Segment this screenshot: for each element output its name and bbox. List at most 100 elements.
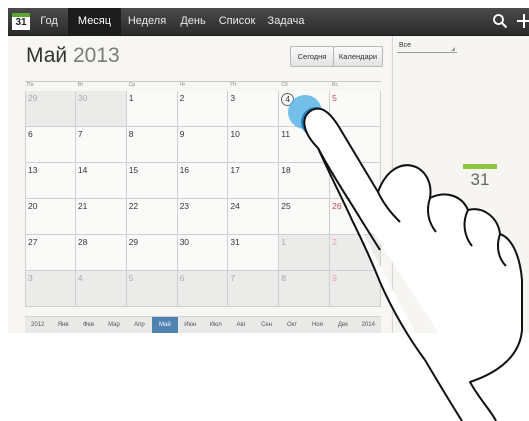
- day-number: 1: [281, 237, 287, 247]
- month-strip-item[interactable]: Июн: [178, 317, 203, 333]
- day-cell[interactable]: 22: [126, 199, 178, 235]
- day-cell[interactable]: 30: [177, 235, 229, 271]
- day-cell[interactable]: 5: [330, 91, 381, 127]
- day-cell[interactable]: 24: [228, 199, 280, 235]
- dropdown-caret-icon: [451, 47, 455, 51]
- day-cell[interactable]: 31: [228, 235, 280, 271]
- today-button[interactable]: Сегодня: [290, 46, 334, 67]
- day-cell[interactable]: 2: [330, 235, 381, 271]
- month-strip-item[interactable]: Ноя: [305, 317, 330, 333]
- tab-6[interactable]: Задача: [261, 8, 311, 35]
- search-icon[interactable]: [492, 13, 508, 29]
- calendars-button[interactable]: Календари: [333, 46, 383, 67]
- tab-4[interactable]: День: [173, 8, 213, 35]
- day-cell[interactable]: 25: [279, 199, 331, 235]
- day-cell[interactable]: 28: [75, 235, 127, 271]
- day-cell[interactable]: 14: [75, 163, 127, 199]
- calendar-icon-header: [463, 164, 497, 169]
- day-cell[interactable]: 15: [126, 163, 178, 199]
- event-list-panel: Все 31: [392, 36, 529, 333]
- day-cell[interactable]: 21: [75, 199, 127, 235]
- day-cell[interactable]: 20: [25, 199, 76, 235]
- day-cell[interactable]: 16: [177, 163, 229, 199]
- tab-1[interactable]: Год: [34, 8, 64, 35]
- day-number: 2: [332, 237, 337, 247]
- day-number: 11: [281, 129, 291, 139]
- day-number: 6: [28, 129, 33, 139]
- day-cell[interactable]: 11: [279, 127, 331, 163]
- day-number: 16: [179, 165, 190, 175]
- day-cell[interactable]: 5: [126, 271, 178, 307]
- month-strip-item[interactable]: Май: [152, 317, 178, 333]
- day-cell[interactable]: 8: [279, 271, 331, 307]
- month-strip-item[interactable]: 2014: [356, 317, 381, 333]
- filter-dropdown[interactable]: Все: [397, 39, 457, 53]
- day-cell[interactable]: 9: [330, 271, 381, 307]
- tablet-screen: 31 Год Месяц Неделя День Список Задача Май 20…: [8, 8, 529, 333]
- day-cell[interactable]: 3: [25, 271, 76, 307]
- day-number: 3: [230, 93, 236, 103]
- day-cell[interactable]: 17: [228, 163, 280, 199]
- day-cell[interactable]: 6: [177, 271, 229, 307]
- month-strip-item[interactable]: 2012: [25, 317, 50, 333]
- day-number: 23: [179, 201, 190, 211]
- day-cell[interactable]: 4: [75, 271, 127, 307]
- day-number: 17: [230, 165, 240, 175]
- day-cell[interactable]: 3: [228, 91, 280, 127]
- tab-3[interactable]: Неделя: [121, 8, 173, 35]
- day-cell[interactable]: 10: [228, 127, 280, 163]
- plus-icon[interactable]: [516, 12, 529, 30]
- day-cell[interactable]: 13: [25, 163, 76, 199]
- calendar-icon-day: 31: [470, 170, 490, 189]
- weekday-label: Вт: [77, 82, 84, 88]
- day-number: 28: [77, 237, 88, 247]
- day-cell[interactable]: 7: [75, 127, 127, 163]
- day-cell[interactable]: 23: [177, 199, 229, 235]
- day-cell[interactable]: 9: [177, 127, 229, 163]
- month-strip-item[interactable]: Янв: [50, 317, 75, 333]
- month-strip-item[interactable]: Апр: [127, 317, 152, 333]
- day-number: 30: [179, 237, 190, 247]
- day-number: 29: [128, 237, 139, 247]
- month-strip-item[interactable]: Июл: [203, 317, 228, 333]
- day-cell[interactable]: 4: [279, 91, 331, 127]
- day-number: 30: [77, 93, 88, 103]
- day-cell[interactable]: 1: [279, 235, 331, 271]
- day-cell[interactable]: 7: [228, 271, 280, 307]
- day-number: 4: [77, 273, 83, 283]
- day-number: 19: [332, 165, 342, 175]
- day-number: 5: [128, 273, 134, 283]
- tab-2[interactable]: Месяц: [68, 8, 121, 35]
- day-cell[interactable]: 8: [126, 127, 178, 163]
- month-strip-item[interactable]: Фев: [76, 317, 101, 333]
- day-cell[interactable]: 29: [25, 91, 76, 127]
- day-cell[interactable]: 19: [330, 163, 381, 199]
- day-number: 1: [128, 93, 134, 103]
- month-strip-item[interactable]: Авг: [228, 317, 253, 333]
- calendar-app-icon[interactable]: 31: [12, 13, 30, 30]
- weekday-label: Пт: [230, 82, 237, 88]
- calendar-icon: 31: [463, 164, 497, 196]
- month-strip-item[interactable]: Сен: [254, 317, 279, 333]
- day-cell[interactable]: 6: [25, 127, 76, 163]
- day-cell[interactable]: 30: [75, 91, 127, 127]
- day-number: 9: [332, 273, 337, 283]
- day-cell[interactable]: 2: [177, 91, 229, 127]
- day-cell[interactable]: 18: [279, 163, 331, 199]
- month-strip-item[interactable]: Дек: [330, 317, 355, 333]
- day-cell[interactable]: 1: [126, 91, 178, 127]
- day-cell[interactable]: 27: [25, 235, 76, 271]
- weekday-label: Пн: [27, 82, 34, 88]
- day-cell[interactable]: 26: [330, 199, 381, 235]
- day-number: 6: [179, 273, 185, 283]
- month-strip-item[interactable]: Мар: [101, 317, 126, 333]
- tab-5[interactable]: Список: [213, 8, 261, 35]
- day-cell[interactable]: 12: [330, 127, 381, 163]
- day-number: 27: [28, 237, 38, 247]
- month-strip: 2012 Янв Фев Мар Апр Май Июн Июл Авг Сен Окт Ноя Дек…: [25, 316, 381, 333]
- weekday-label: Сб: [281, 82, 288, 88]
- month-strip-item[interactable]: Окт: [279, 317, 304, 333]
- day-number: 26: [332, 201, 342, 211]
- day-cell[interactable]: 29: [126, 235, 178, 271]
- day-number: 2: [179, 93, 185, 103]
